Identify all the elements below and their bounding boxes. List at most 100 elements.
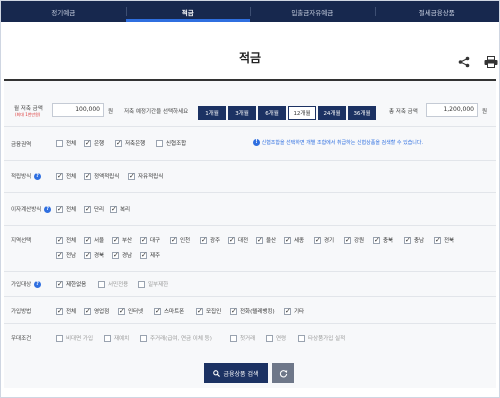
- checkbox[interactable]: [112, 251, 119, 259]
- period-option-3m[interactable]: 3개월: [228, 106, 256, 120]
- join-method-option-all[interactable]: 전체: [56, 307, 76, 315]
- checkbox[interactable]: [98, 280, 105, 288]
- tab-demand-deposit[interactable]: 입출금자유예금: [250, 1, 375, 22]
- checkbox[interactable]: [56, 251, 63, 259]
- region-option-chungnam[interactable]: 충남: [404, 236, 424, 244]
- checkbox[interactable]: [230, 307, 237, 315]
- join-method-option-smartphone[interactable]: 스마트폰: [154, 307, 184, 315]
- checkbox[interactable]: [140, 251, 147, 259]
- region-option-gwangju[interactable]: 광주: [200, 236, 220, 244]
- bank-option-bank[interactable]: 은행: [84, 139, 104, 147]
- region-option-gyeongbuk[interactable]: 경북: [84, 251, 104, 259]
- saving-type-option-free[interactable]: 자유적립식: [128, 172, 163, 180]
- checkbox[interactable]: [284, 236, 291, 244]
- checkbox[interactable]: [56, 236, 63, 244]
- checkbox[interactable]: [118, 307, 125, 315]
- region-option-incheon[interactable]: 인천: [170, 236, 190, 244]
- period-option-12m[interactable]: 12개월: [288, 106, 316, 120]
- checkbox[interactable]: [56, 307, 63, 315]
- join-method-option-branch[interactable]: 영업점: [84, 307, 109, 315]
- region-option-jeju[interactable]: 제주: [140, 251, 160, 259]
- checkbox[interactable]: [266, 334, 273, 342]
- join-method-option-internet[interactable]: 인터넷: [118, 307, 143, 315]
- checkbox[interactable]: [56, 139, 63, 147]
- region-option-seoul[interactable]: 서울: [84, 236, 104, 244]
- checkbox[interactable]: [230, 334, 237, 342]
- preferential-option-other-product[interactable]: 타상품가입 실적: [298, 334, 345, 342]
- checkbox[interactable]: [284, 307, 291, 315]
- info-icon[interactable]: ?: [34, 281, 41, 288]
- join-target-option-partial[interactable]: 일부제한: [138, 280, 168, 288]
- join-target-option-low-income[interactable]: 서민전용: [98, 280, 128, 288]
- checkbox[interactable]: [298, 334, 305, 342]
- info-icon[interactable]: ?: [34, 173, 41, 180]
- region-option-gyeonggi[interactable]: 경기: [314, 236, 334, 244]
- checkbox[interactable]: [140, 236, 147, 244]
- preferential-option-redeposit[interactable]: 재예치: [104, 334, 129, 342]
- region-option-all[interactable]: 전체: [56, 236, 76, 244]
- region-option-sejong[interactable]: 세종: [284, 236, 304, 244]
- checkbox[interactable]: [170, 236, 177, 244]
- checkbox[interactable]: [84, 172, 91, 180]
- checkbox[interactable]: [373, 236, 380, 244]
- region-option-jeonbuk[interactable]: 전북: [434, 236, 454, 244]
- preferential-option-age[interactable]: 연령: [266, 334, 286, 342]
- tab-time-deposit[interactable]: 정기예금: [1, 1, 126, 22]
- checkbox[interactable]: [84, 307, 91, 315]
- checkbox[interactable]: [84, 236, 91, 244]
- interest-option-simple[interactable]: 단리: [84, 205, 104, 213]
- checkbox[interactable]: [56, 280, 63, 288]
- preferential-option-untact[interactable]: 비대면 가입: [56, 334, 93, 342]
- join-method-option-etc[interactable]: 기타: [284, 307, 304, 315]
- checkbox[interactable]: [56, 172, 63, 180]
- interest-option-all[interactable]: 전체: [56, 205, 76, 213]
- region-option-gangwon[interactable]: 강원: [344, 236, 364, 244]
- checkbox[interactable]: [404, 236, 411, 244]
- checkbox[interactable]: [156, 139, 163, 147]
- checkbox[interactable]: [110, 205, 117, 213]
- region-option-chungbuk[interactable]: 충북: [373, 236, 393, 244]
- checkbox[interactable]: [138, 280, 145, 288]
- join-method-option-telebanking[interactable]: 전화(텔레뱅킹): [230, 307, 275, 315]
- checkbox[interactable]: [104, 334, 111, 342]
- checkbox[interactable]: [228, 236, 235, 244]
- checkbox[interactable]: [128, 172, 135, 180]
- tab-tax-saving-products[interactable]: 절세금융상품: [374, 1, 500, 22]
- bank-option-all[interactable]: 전체: [56, 139, 76, 147]
- checkbox[interactable]: [344, 236, 351, 244]
- region-option-ulsan[interactable]: 울산: [256, 236, 276, 244]
- period-option-24m[interactable]: 24개월: [318, 106, 346, 120]
- bank-option-savings-bank[interactable]: 저축은행: [115, 139, 145, 147]
- join-target-option-unrestricted[interactable]: 제한없음: [56, 280, 86, 288]
- checkbox[interactable]: [196, 307, 203, 315]
- saving-type-option-fixed[interactable]: 정액적립식: [84, 172, 119, 180]
- bank-option-credit-union[interactable]: 신협조합: [156, 139, 186, 147]
- checkbox[interactable]: [256, 236, 263, 244]
- checkbox[interactable]: [434, 236, 441, 244]
- region-option-gyeongnam[interactable]: 경남: [112, 251, 132, 259]
- info-icon[interactable]: ?: [44, 206, 52, 213]
- total-amount-input[interactable]: 1,200,000: [426, 103, 478, 117]
- period-option-36m[interactable]: 36개월: [348, 106, 376, 120]
- checkbox[interactable]: [115, 139, 122, 147]
- checkbox[interactable]: [314, 236, 321, 244]
- search-button[interactable]: 금융상품 검색: [204, 363, 268, 383]
- checkbox[interactable]: [84, 251, 91, 259]
- preferential-option-first-trade[interactable]: 첫거래: [230, 334, 255, 342]
- checkbox[interactable]: [56, 334, 63, 342]
- period-option-1m[interactable]: 1개월: [198, 106, 226, 120]
- reset-button[interactable]: [272, 363, 294, 383]
- period-option-6m[interactable]: 6개월: [258, 106, 286, 120]
- saving-type-option-all[interactable]: 전체: [56, 172, 76, 180]
- join-method-option-agent[interactable]: 모집인: [196, 307, 221, 315]
- checkbox[interactable]: [200, 236, 207, 244]
- monthly-amount-input[interactable]: 100,000: [52, 103, 104, 117]
- tab-installment-savings[interactable]: 적금: [125, 1, 251, 22]
- interest-option-compound[interactable]: 복리: [110, 205, 130, 213]
- checkbox[interactable]: [56, 205, 63, 213]
- region-option-daegu[interactable]: 대구: [140, 236, 160, 244]
- print-icon[interactable]: [484, 56, 498, 68]
- share-icon[interactable]: [458, 56, 470, 68]
- region-option-jeonnam[interactable]: 전남: [56, 251, 76, 259]
- region-option-busan[interactable]: 부산: [112, 236, 132, 244]
